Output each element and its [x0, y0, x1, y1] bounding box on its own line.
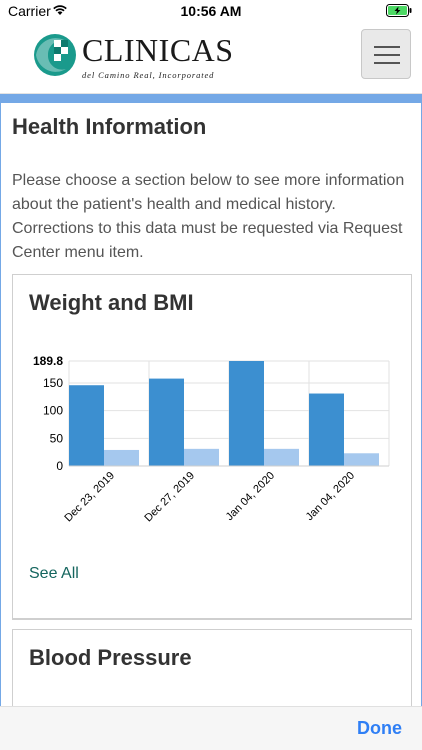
app-header: CLINICAS del Camino Real, Incorporated [0, 22, 422, 94]
y-tick-label: 189.8 [33, 354, 63, 368]
battery-charging-icon [386, 4, 412, 17]
blood-pressure-title: Blood Pressure [29, 645, 192, 670]
intro-text: Please choose a section below to see mor… [12, 172, 405, 261]
page-title: Health Information [12, 114, 207, 139]
accent-stripe [0, 94, 422, 103]
main-content[interactable]: Health Information Please choose a secti… [0, 103, 422, 706]
logo-subtitle: del Camino Real, Incorporated [82, 70, 215, 80]
clock-time: 10:56 AM [180, 3, 242, 19]
clinicas-logo-icon [34, 34, 76, 76]
x-tick-label: Dec 27, 2019 [142, 470, 197, 525]
bar [104, 449, 139, 466]
clinicas-logo[interactable]: CLINICAS del Camino Real, Incorporated [32, 30, 234, 86]
bar [229, 361, 264, 466]
done-button[interactable]: Done [357, 718, 402, 739]
bar [149, 378, 184, 466]
logo-wordmark: CLINICAS [82, 32, 234, 68]
blood-pressure-panel: Blood Pressure [12, 629, 412, 706]
bar [309, 393, 344, 466]
bottom-toolbar: Done [0, 706, 422, 750]
bar [344, 453, 379, 466]
x-tick-label: Jan 04, 2020 [304, 470, 357, 523]
y-tick-label: 0 [56, 459, 63, 473]
y-tick-label: 50 [50, 431, 64, 445]
see-all-link[interactable]: See All [29, 565, 79, 583]
x-tick-label: Dec 23, 2019 [62, 470, 117, 525]
y-tick-label: 150 [43, 376, 63, 390]
bar [184, 448, 219, 466]
x-tick-label: Jan 04, 2020 [224, 470, 277, 523]
weight-bmi-panel: Weight and BMI 0 50 100 150 189.8 Dec 23, 201… [12, 274, 412, 619]
y-tick-label: 100 [43, 404, 63, 418]
bar [69, 385, 104, 466]
weight-bmi-title: Weight and BMI [29, 290, 194, 315]
bar [264, 448, 299, 466]
hamburger-menu-button[interactable] [361, 29, 411, 79]
hamburger-icon [374, 46, 400, 64]
weight-bmi-chart[interactable]: 0 50 100 150 189.8 Dec 23, 2019 Dec 27, 2019 Ja… [29, 351, 399, 531]
status-bar: Carrier 10:56 AM [0, 0, 422, 22]
weight-panel-footer [12, 598, 412, 620]
